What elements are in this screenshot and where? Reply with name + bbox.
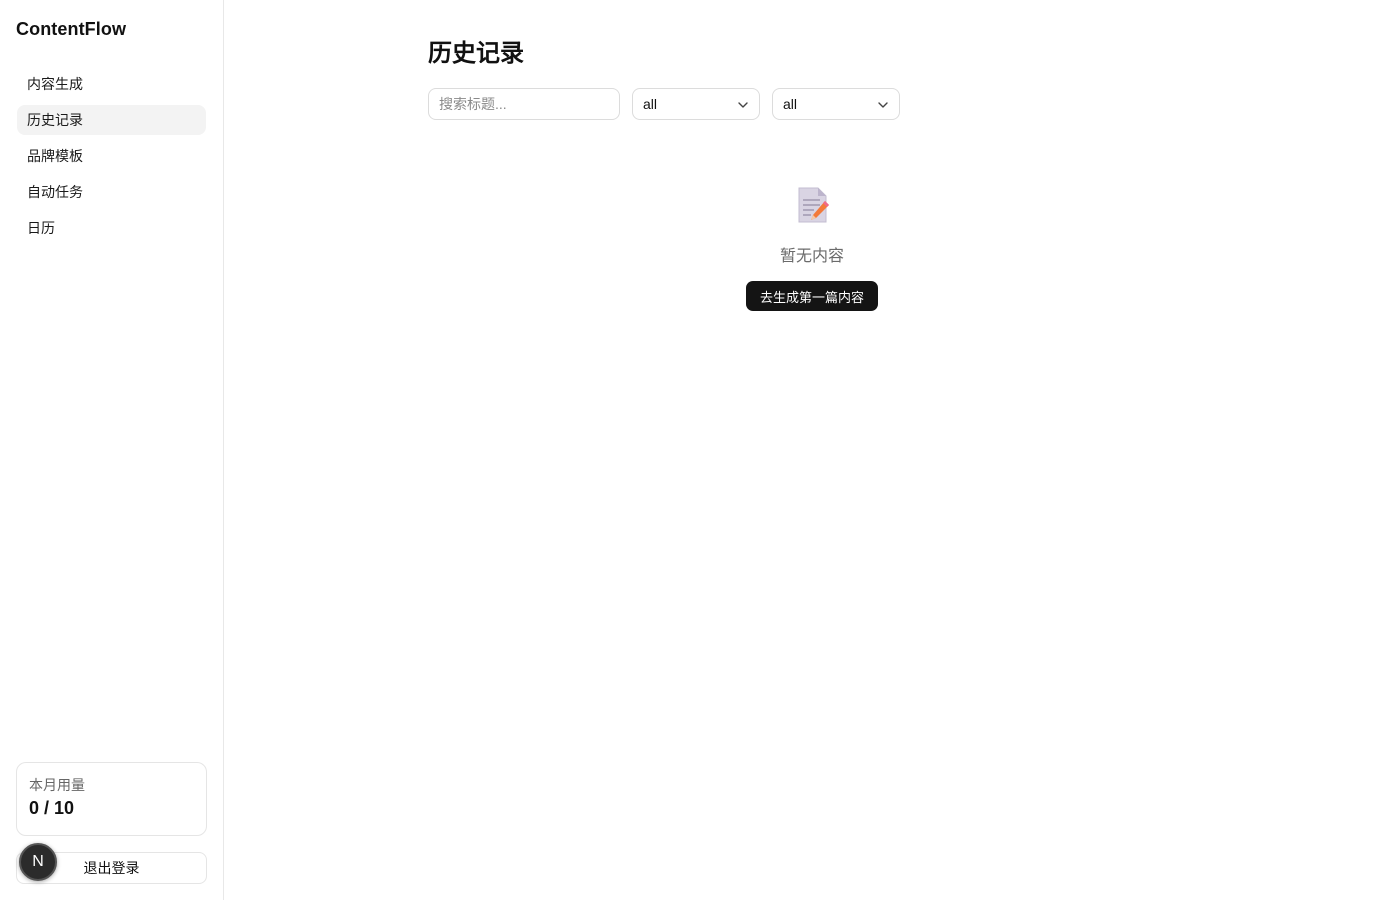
sidebar-item-label: 日历 <box>27 220 55 236</box>
sidebar: ContentFlow 内容生成 历史记录 品牌模板 自动任务 日历 本月用量 … <box>0 0 224 900</box>
filter-select-1[interactable]: all <box>632 88 760 120</box>
sidebar-item-brand-templates[interactable]: 品牌模板 <box>17 141 206 171</box>
sidebar-item-content-generation[interactable]: 内容生成 <box>17 69 206 99</box>
empty-state-message: 暂无内容 <box>779 248 844 265</box>
chevron-down-icon <box>878 102 888 108</box>
brand-logo-text[interactable]: ContentFlow <box>16 19 126 40</box>
page-title: 历史记录 <box>428 40 524 67</box>
avatar[interactable]: N <box>19 843 57 881</box>
sidebar-item-label: 历史记录 <box>27 112 83 128</box>
usage-label: 本月用量 <box>29 777 85 793</box>
app-root: ContentFlow 内容生成 历史记录 品牌模板 自动任务 日历 本月用量 … <box>0 0 1400 900</box>
chevron-down-icon <box>738 102 748 108</box>
search-input[interactable] <box>428 88 620 120</box>
memo-icon <box>798 187 829 223</box>
sidebar-item-history[interactable]: 历史记录 <box>17 105 206 135</box>
sidebar-item-calendar[interactable]: 日历 <box>17 213 206 243</box>
sidebar-nav: 内容生成 历史记录 品牌模板 自动任务 日历 <box>17 69 206 249</box>
usage-value: 0 / 10 <box>29 798 75 818</box>
sidebar-item-label: 内容生成 <box>27 76 83 92</box>
usage-card: 本月用量 0 / 10 <box>16 762 207 836</box>
filter-select-value: all <box>783 96 798 112</box>
filter-select-value: all <box>643 96 658 112</box>
generate-first-content-button[interactable]: 去生成第一篇内容 <box>746 281 878 311</box>
sidebar-item-label: 品牌模板 <box>27 148 83 164</box>
filter-select-2[interactable]: all <box>772 88 900 120</box>
sidebar-item-auto-tasks[interactable]: 自动任务 <box>17 177 206 207</box>
sidebar-item-label: 自动任务 <box>27 184 83 200</box>
